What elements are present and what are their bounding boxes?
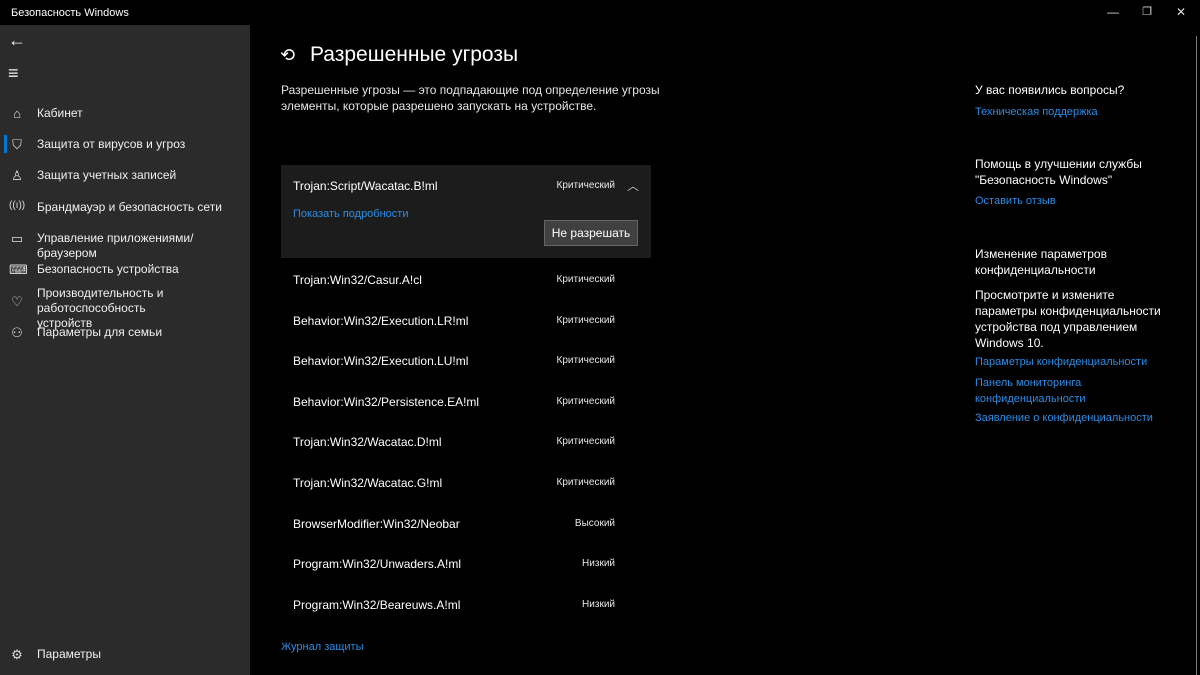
protection-history-link[interactable]: Журнал защиты xyxy=(281,641,364,653)
threat-severity: Критический xyxy=(556,314,615,326)
threat-severity: Низкий xyxy=(582,558,615,570)
sidebar: ← ≡ ⌂ Кабинет ⛉ Защита от вирусов и угроз … xyxy=(0,25,250,675)
threat-severity: Критический xyxy=(556,180,615,191)
page-description: Разрешенные угрозы — это подпадающие под… xyxy=(281,83,660,113)
heart-icon: ♡ xyxy=(11,294,23,309)
menu-button[interactable]: ≡ xyxy=(8,63,258,84)
threat-name: Program:Win32/Beareuws.A!ml xyxy=(293,597,461,612)
selection-indicator xyxy=(4,135,7,153)
browser-icon: ▭ xyxy=(10,231,24,246)
family-icon: ⚇ xyxy=(11,325,23,340)
laptop-icon: ⌨ xyxy=(9,262,28,277)
threat-name: Behavior:Win32/Execution.LU!ml xyxy=(293,354,469,369)
feedback-link[interactable]: Оставить отзыв xyxy=(975,193,1175,209)
history-icon: ⟲ xyxy=(280,45,296,65)
threat-name: Behavior:Win32/Execution.LR!ml xyxy=(293,313,469,328)
threat-item[interactable]: Behavior:Win32/Execution.LU!ml Критически… xyxy=(281,340,651,380)
sidebar-item-home[interactable]: ⌂ Кабинет xyxy=(0,106,250,128)
expanded-threat-item[interactable]: Trojan:Script/Wacatac.B!ml Критический ︿… xyxy=(281,165,651,258)
threat-item[interactable]: Behavior:Win32/Persistence.EA!ml Критичес… xyxy=(281,381,651,421)
main-content: ⟲ Разрешенные угрозы Разрешенные угрозы … xyxy=(250,25,950,675)
page-title: Разрешенные угрозы xyxy=(310,43,519,66)
threat-name: Trojan:Win32/Casur.A!cl xyxy=(293,273,422,287)
threat-item[interactable]: Behavior:Win32/Execution.LR!ml Критически… xyxy=(281,300,651,340)
shield-icon: ⛉ xyxy=(12,137,22,152)
person-icon: ♙ xyxy=(11,168,23,183)
scrollbar[interactable] xyxy=(1196,36,1197,675)
threat-name: Trojan:Script/Wacatac.B!ml xyxy=(293,179,438,193)
threat-name: Behavior:Win32/Persistence.EA!ml xyxy=(293,394,480,409)
sidebar-item-virus-protection[interactable]: ⛉ Защита от вирусов и угроз xyxy=(0,135,250,159)
threat-item[interactable]: BrowserModifier:Win32/Neobar Высокий xyxy=(281,503,651,543)
threat-item[interactable]: Program:Win32/Unwaders.A!ml Низкий xyxy=(281,543,651,583)
threat-severity: Критический xyxy=(556,355,615,367)
show-details-link[interactable]: Показать подробности xyxy=(293,208,408,220)
disallow-button[interactable]: Не разрешать xyxy=(544,220,638,246)
threat-severity: Критический xyxy=(556,477,615,488)
privacy-heading: Изменение параметров конфиденциальности xyxy=(975,247,1107,277)
threat-item[interactable]: Trojan:Win32/Wacatac.G!ml Критический xyxy=(281,462,651,502)
sidebar-item-account-protection[interactable]: ♙ Защита учетных записей xyxy=(0,168,250,190)
close-button[interactable]: ✕ xyxy=(1158,0,1200,25)
threat-name: Trojan:Win32/Wacatac.G!ml xyxy=(293,476,443,490)
threat-item[interactable]: Program:Win32/Beareuws.A!ml Низкий xyxy=(281,584,651,624)
home-icon: ⌂ xyxy=(13,106,21,121)
gear-icon: ⚙ xyxy=(11,647,23,662)
wireless-icon: ((ı)) xyxy=(9,200,26,211)
privacy-statement-link[interactable]: Заявление о конфиденциальности xyxy=(975,410,1175,426)
threat-severity: Низкий xyxy=(582,598,615,610)
threat-name: Trojan:Win32/Wacatac.D!ml xyxy=(293,435,442,450)
questions-heading: У вас появились вопросы? xyxy=(975,83,1125,97)
support-link[interactable]: Техническая поддержка xyxy=(975,104,1175,120)
sidebar-item-device-performance[interactable]: ♡ Производительность и работоспособность … xyxy=(0,286,250,330)
threat-item[interactable]: Trojan:Win32/Casur.A!cl Критический xyxy=(281,259,651,299)
threat-severity: Высокий xyxy=(574,517,615,529)
threat-item[interactable]: Trojan:Win32/Wacatac.D!ml Критический xyxy=(281,421,651,461)
threat-name: Program:Win32/Unwaders.A!ml xyxy=(293,557,462,572)
sidebar-item-firewall[interactable]: ((ı)) Брандмауэр и безопасность сети xyxy=(0,200,250,222)
sidebar-item-settings[interactable]: ⚙ Параметры xyxy=(0,647,250,669)
title-bar: Безопасность Windows — ❐ ✕ xyxy=(0,0,1200,25)
threat-severity: Критический xyxy=(556,436,615,448)
threat-severity: Критический xyxy=(556,395,615,407)
privacy-settings-link[interactable]: Параметры конфиденциальности xyxy=(975,354,1175,370)
sidebar-item-family[interactable]: ⚇ Параметры для семьи xyxy=(0,325,250,347)
feedback-heading: Помощь в улучшении службы "Безопасность … xyxy=(975,157,1142,187)
threat-name: BrowserModifier:Win32/Neobar xyxy=(293,516,460,531)
sidebar-item-app-browser[interactable]: ▭ Управление приложениями/браузером xyxy=(0,231,250,260)
back-button[interactable]: ← xyxy=(8,30,258,51)
threat-severity: Критический xyxy=(556,274,615,285)
window-title: Безопасность Windows xyxy=(11,7,129,19)
sidebar-item-device-security[interactable]: ⌨ Безопасность устройства xyxy=(0,262,250,284)
chevron-up-icon[interactable]: ︿ xyxy=(627,177,639,194)
privacy-dashboard-link[interactable]: Панель мониторинга конфиденциальности xyxy=(975,375,1125,407)
privacy-text: Просмотрите и измените параметры конфиде… xyxy=(975,288,1161,350)
